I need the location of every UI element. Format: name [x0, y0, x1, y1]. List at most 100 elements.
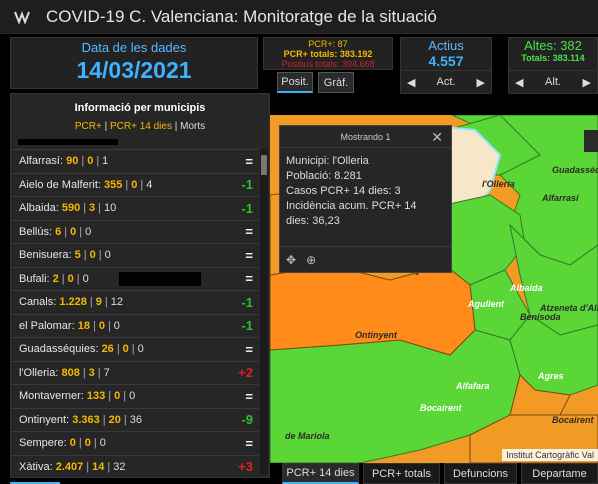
separator: | [131, 343, 135, 356]
delta-indicator: -1 [241, 318, 253, 334]
municipi-name: Xàtiva: [19, 460, 53, 473]
redaction-bar [119, 271, 201, 286]
municipi-name: Alfarrasí: [19, 155, 64, 168]
pcr-daily: PCR+: 87 [308, 39, 348, 49]
popup-line: dies: 36,23 [286, 215, 340, 227]
tab-defuncions[interactable]: Defuncions [443, 463, 518, 484]
separator: | [104, 296, 108, 309]
morts-value: 12 [110, 296, 123, 309]
zoom-in-icon[interactable]: ⊕ [306, 253, 316, 267]
tab-pcr-totals[interactable]: PCR+ totals [362, 463, 440, 484]
list-item[interactable]: Ontinyent: 3.363 | 20 | 36 -9 [11, 407, 259, 432]
pcr-value: 355 [104, 178, 123, 191]
list-item[interactable]: Benisuera: 5 | 0 | 0 = [11, 243, 259, 267]
delta-indicator: -9 [241, 412, 253, 428]
pcr-value: 1.228 [59, 296, 87, 309]
separator: | [96, 155, 100, 168]
next-arrow-icon[interactable]: ▶ [477, 76, 485, 89]
delta-indicator: = [245, 435, 253, 451]
list-item[interactable]: el Palomar: 18 | 0 | 0 -1 [11, 313, 259, 338]
left-tab-indicator [10, 478, 60, 484]
morts-value: 10 [104, 202, 117, 215]
tab-pcr14[interactable]: PCR+ 14 dies [282, 463, 359, 484]
next-arrow-icon[interactable]: ▶ [583, 76, 591, 89]
morts-value: 0 [99, 437, 106, 450]
list-item[interactable]: Albaida: 590 | 3 | 10 -1 [11, 196, 259, 220]
actius-label: Actius [428, 38, 464, 53]
pcr-value: 90 [66, 155, 79, 168]
list-item[interactable]: Guadasséquies: 26 | 0 | 0 = [11, 337, 259, 361]
altes-totals: Totals: 383.114 [521, 53, 585, 63]
morts-value: 0 [129, 390, 136, 403]
map-label: Alfafara [456, 381, 490, 391]
separator: | [97, 366, 101, 379]
morts-value: 32 [113, 460, 126, 473]
altes-nav: ◀ Alt. ▶ [508, 70, 598, 94]
delta-indicator: = [245, 271, 253, 287]
list-item[interactable]: Sempere: 0 | 0 | 0 = [11, 431, 259, 455]
prev-arrow-icon[interactable]: ◀ [515, 76, 523, 89]
altes-label: Altes: 382 [524, 38, 582, 53]
legend-pcr: PCR+ [74, 121, 102, 132]
list-item[interactable]: Bufali: 2 | 0 | 0 = [11, 266, 259, 291]
panel-legend: PCR+ | PCR+ 14 dies | Morts [11, 121, 269, 132]
separator: | [76, 272, 80, 285]
separator: | [116, 343, 120, 356]
separator: | [123, 413, 127, 426]
municipi-name: Albaida: [19, 202, 59, 215]
map-label: Ontinyent [355, 330, 397, 340]
list-item[interactable]: Montaverner: 133 | 0 | 0 = [11, 384, 259, 408]
pcr-value: 18 [77, 319, 90, 332]
scroll-thumb[interactable] [261, 155, 267, 175]
pcr-value: 590 [61, 202, 81, 215]
list-item[interactable]: Xàtiva: 2.407 | 14 | 32 +3 [11, 454, 259, 478]
chart-tab[interactable]: Gràf. [318, 72, 354, 93]
home-icon[interactable] [584, 130, 598, 152]
popup-body: Municipi: l'Olleria Població: 8.281 Caso… [280, 148, 451, 235]
municipi-name: Benisuera: [19, 249, 72, 262]
delta-indicator: -1 [241, 177, 253, 193]
municipi-name: l'Olleria: [19, 366, 59, 379]
list-item[interactable]: Alfarrasí: 90 | 0 | 1 = [11, 149, 259, 173]
pcr-value: 133 [86, 390, 106, 403]
legend-separator: | [171, 121, 181, 132]
municipi-name: Montaverner: [19, 390, 84, 403]
list-item[interactable]: Bellús: 6 | 0 | 0 = [11, 219, 259, 244]
scrollbar[interactable] [260, 149, 268, 474]
prev-arrow-icon[interactable]: ◀ [407, 76, 415, 89]
separator: | [140, 178, 144, 191]
delta-indicator: = [245, 153, 253, 169]
actius-nav-label: Act. [436, 76, 456, 88]
morts-value: 0 [82, 272, 89, 285]
separator: | [81, 155, 85, 168]
tab-departaments[interactable]: Departame [521, 463, 598, 484]
separator: | [98, 202, 102, 215]
morts-value: 0 [113, 319, 120, 332]
list-item[interactable]: Aielo de Malferit: 355 | 0 | 4 -1 [11, 172, 259, 197]
position-tab[interactable]: Posit. [277, 72, 313, 93]
separator: | [107, 460, 111, 473]
altes-nav-label: Alt. [545, 76, 561, 88]
popup-header: Mostrando 1 ✕ [280, 126, 451, 148]
municipi-name: Sempere: [19, 437, 67, 450]
map-label: Agres [538, 371, 564, 381]
close-icon[interactable]: ✕ [431, 129, 443, 146]
municipi-name: Bufali: [19, 272, 50, 285]
separator: | [64, 225, 68, 238]
separator: | [125, 178, 129, 191]
pcr-totals: PCR+ totals: 383.192 [283, 49, 373, 59]
date-card: Data de les dades 14/03/2021 [10, 37, 258, 89]
panel-title: Informació per municipis [74, 102, 206, 114]
municipi-name: el Palomar: [19, 319, 75, 332]
popup-footer: ✥ ⊕ [280, 246, 451, 272]
bottom-tabs: PCR+ 14 dies PCR+ totals Defuncions Depa… [282, 463, 598, 484]
morts-value: 0 [137, 343, 144, 356]
app-header: COVID-19 C. Valenciana: Monitoratge de l… [0, 0, 598, 34]
municipi-name: Bellús: [19, 225, 53, 238]
municipi-name: Aielo de Malferit: [19, 178, 101, 191]
list-item[interactable]: Canals: 1.228 | 9 | 12 -1 [11, 290, 259, 314]
popup-line: Casos PCR+ 14 dies: 3 [286, 185, 401, 197]
list-item[interactable]: l'Olleria: 808 | 3 | 7 +2 [11, 360, 259, 385]
pan-icon[interactable]: ✥ [286, 253, 296, 267]
map-label: Alfarrasí [542, 193, 579, 203]
